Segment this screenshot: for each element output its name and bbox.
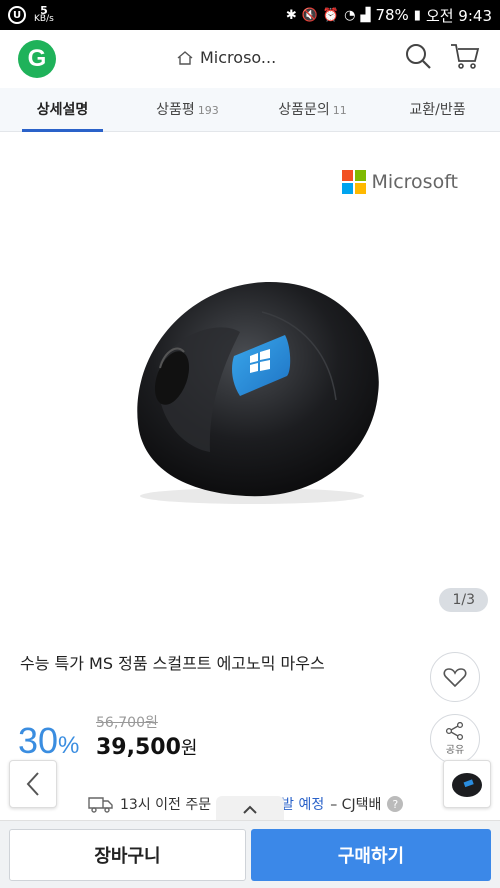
home-icon	[177, 50, 193, 65]
signal-icon: ▟	[360, 7, 371, 23]
tab-label: 상품평	[156, 102, 195, 118]
discount-value: 30	[18, 720, 59, 761]
battery-icon: ▮	[413, 7, 421, 23]
chevron-left-icon	[26, 772, 39, 796]
help-icon[interactable]: ?	[387, 796, 404, 812]
mouse-product-image	[137, 282, 379, 504]
tab-count: 193	[197, 104, 219, 117]
alarm-icon: ⏰	[322, 7, 340, 23]
share-button[interactable]: 공유	[430, 714, 480, 764]
battery-level: 78%	[375, 6, 409, 24]
header-home-link[interactable]: Microso...	[176, 48, 276, 67]
product-image-carousel[interactable]: Microsoft 1/3	[0, 132, 500, 630]
mute-icon: 🔇	[301, 7, 318, 23]
mouse-thumbnail-image	[452, 773, 482, 797]
product-tabs: 상세설명 상품평 193 상품문의 11 교환/반품	[0, 88, 500, 132]
network-speed: 5 KB/s	[34, 5, 54, 24]
delivery-highlight: 발 예정	[281, 797, 325, 813]
tab-count: 11	[332, 104, 347, 117]
gmarket-logo[interactable]: G	[18, 40, 56, 78]
wifi-icon: ◔	[344, 7, 356, 23]
status-bar: U 5 KB/s ✱ 🔇 ⏰ ◔ ▟ 78% ▮ 오전 9:43	[0, 0, 500, 30]
prev-button[interactable]	[9, 760, 57, 808]
delivery-text: 13시 이전 주문	[120, 797, 212, 813]
image-pager: 1/3	[439, 588, 488, 612]
delivery-courier: – CJ택배	[330, 797, 382, 813]
speed-unit: KB/s	[34, 14, 54, 24]
tab-reviews[interactable]: 상품평 193	[125, 88, 250, 131]
truck-icon	[88, 797, 113, 813]
share-icon	[445, 722, 464, 740]
tab-inquiry[interactable]: 상품문의 11	[250, 88, 375, 131]
bluetooth-icon: ✱	[285, 7, 297, 23]
price-unit: 원	[180, 738, 198, 759]
tab-label: 상품문의	[278, 102, 330, 118]
app-header: G Microso...	[0, 30, 500, 88]
heart-icon	[443, 668, 467, 688]
sale-price: 39,500원	[96, 734, 197, 760]
tab-exchange[interactable]: 교환/반품	[375, 88, 500, 131]
price-value: 39,500	[96, 735, 181, 760]
original-price: 56,700원	[96, 715, 158, 731]
tab-detail[interactable]: 상세설명	[0, 88, 125, 132]
discount-rate: 30%	[18, 720, 79, 762]
add-to-cart-button[interactable]: 장바구니	[9, 829, 246, 881]
app-notification-icon: U	[8, 6, 26, 24]
buy-now-button[interactable]: 구매하기	[251, 829, 491, 881]
discount-unit: %	[58, 732, 80, 759]
bottom-action-bar: 장바구니 구매하기	[0, 820, 500, 888]
product-title: 수능 특가 MS 정품 스컬프트 에고노믹 마우스	[20, 654, 325, 673]
header-title: Microso...	[200, 48, 277, 67]
clock: 오전 9:43	[425, 6, 492, 25]
search-icon[interactable]	[404, 42, 432, 70]
tab-label: 상세설명	[36, 102, 89, 118]
chevron-up-icon	[243, 805, 257, 814]
cart-icon[interactable]	[450, 42, 480, 70]
share-label: 공유	[445, 745, 465, 756]
thumbnail-button[interactable]	[443, 760, 491, 808]
wishlist-button[interactable]	[430, 652, 480, 702]
tab-label: 교환/반품	[409, 102, 466, 118]
